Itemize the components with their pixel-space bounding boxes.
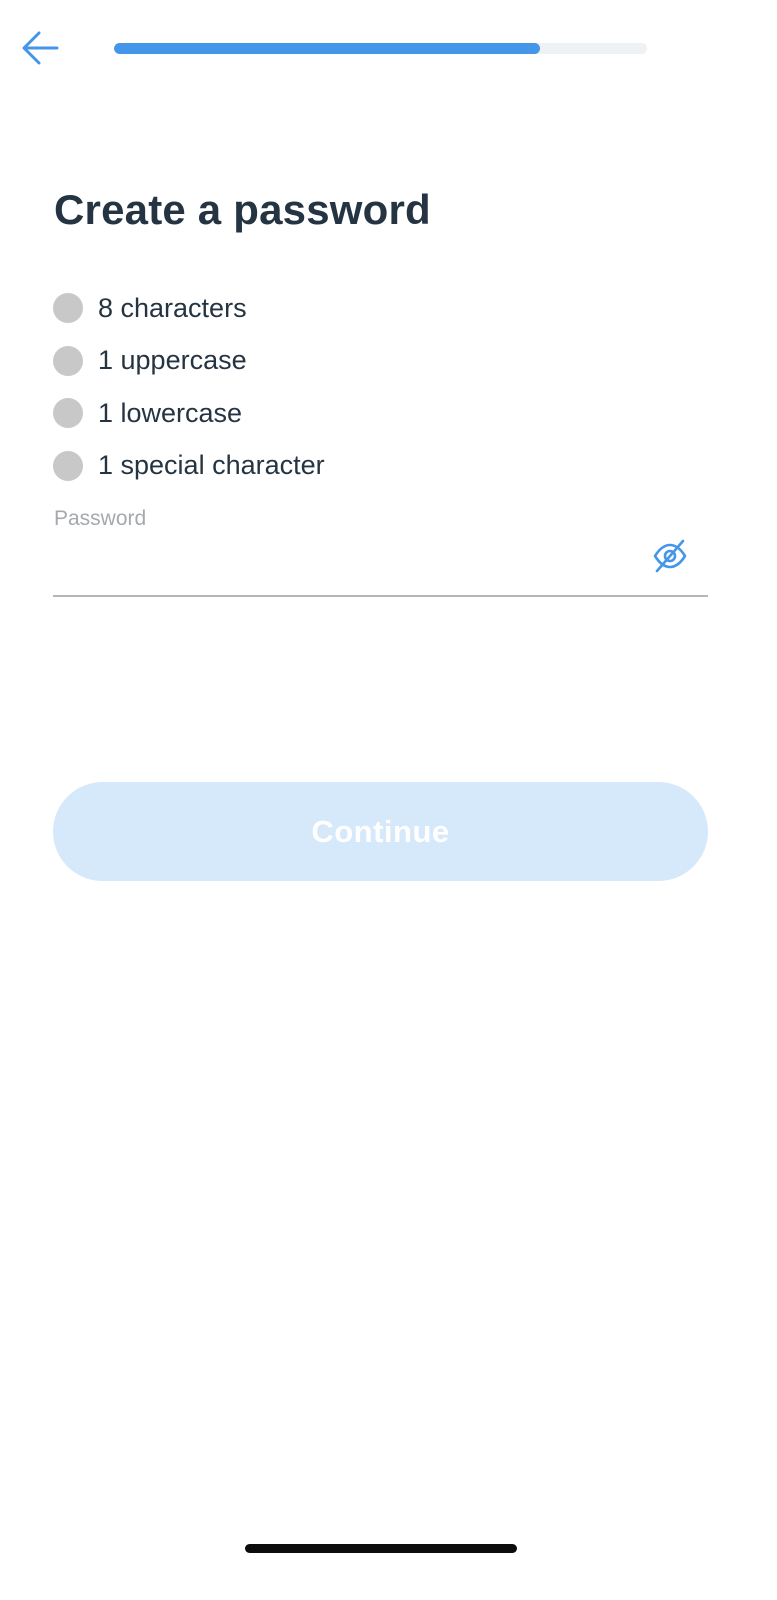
requirement-special-character: 1 special character	[53, 440, 325, 493]
password-field-underline	[53, 595, 708, 597]
requirement-uppercase: 1 uppercase	[53, 335, 325, 388]
requirement-status-dot	[53, 293, 83, 324]
progress-bar-fill	[114, 43, 541, 54]
requirement-status-dot	[53, 398, 83, 429]
eye-off-icon	[652, 538, 688, 579]
home-indicator	[245, 1544, 517, 1553]
password-requirements-list: 8 characters 1 uppercase 1 lowercase 1 s…	[53, 282, 325, 492]
toggle-password-visibility-button[interactable]	[648, 536, 692, 580]
requirement-label: 1 lowercase	[98, 397, 243, 428]
progress-bar	[114, 43, 647, 54]
requirement-label: 1 uppercase	[98, 345, 247, 376]
requirement-status-dot	[53, 345, 83, 376]
continue-button[interactable]: Continue	[53, 782, 708, 881]
requirement-status-dot	[53, 450, 83, 481]
requirement-min-length: 8 characters	[53, 282, 325, 335]
requirement-label: 1 special character	[98, 450, 325, 481]
back-button[interactable]	[16, 26, 64, 74]
page-title: Create a password	[54, 186, 431, 233]
requirement-lowercase: 1 lowercase	[53, 387, 325, 440]
arrow-left-icon	[19, 27, 61, 74]
password-field-label: Password	[54, 507, 147, 530]
password-input[interactable]	[54, 538, 634, 588]
requirement-label: 8 characters	[98, 292, 247, 323]
